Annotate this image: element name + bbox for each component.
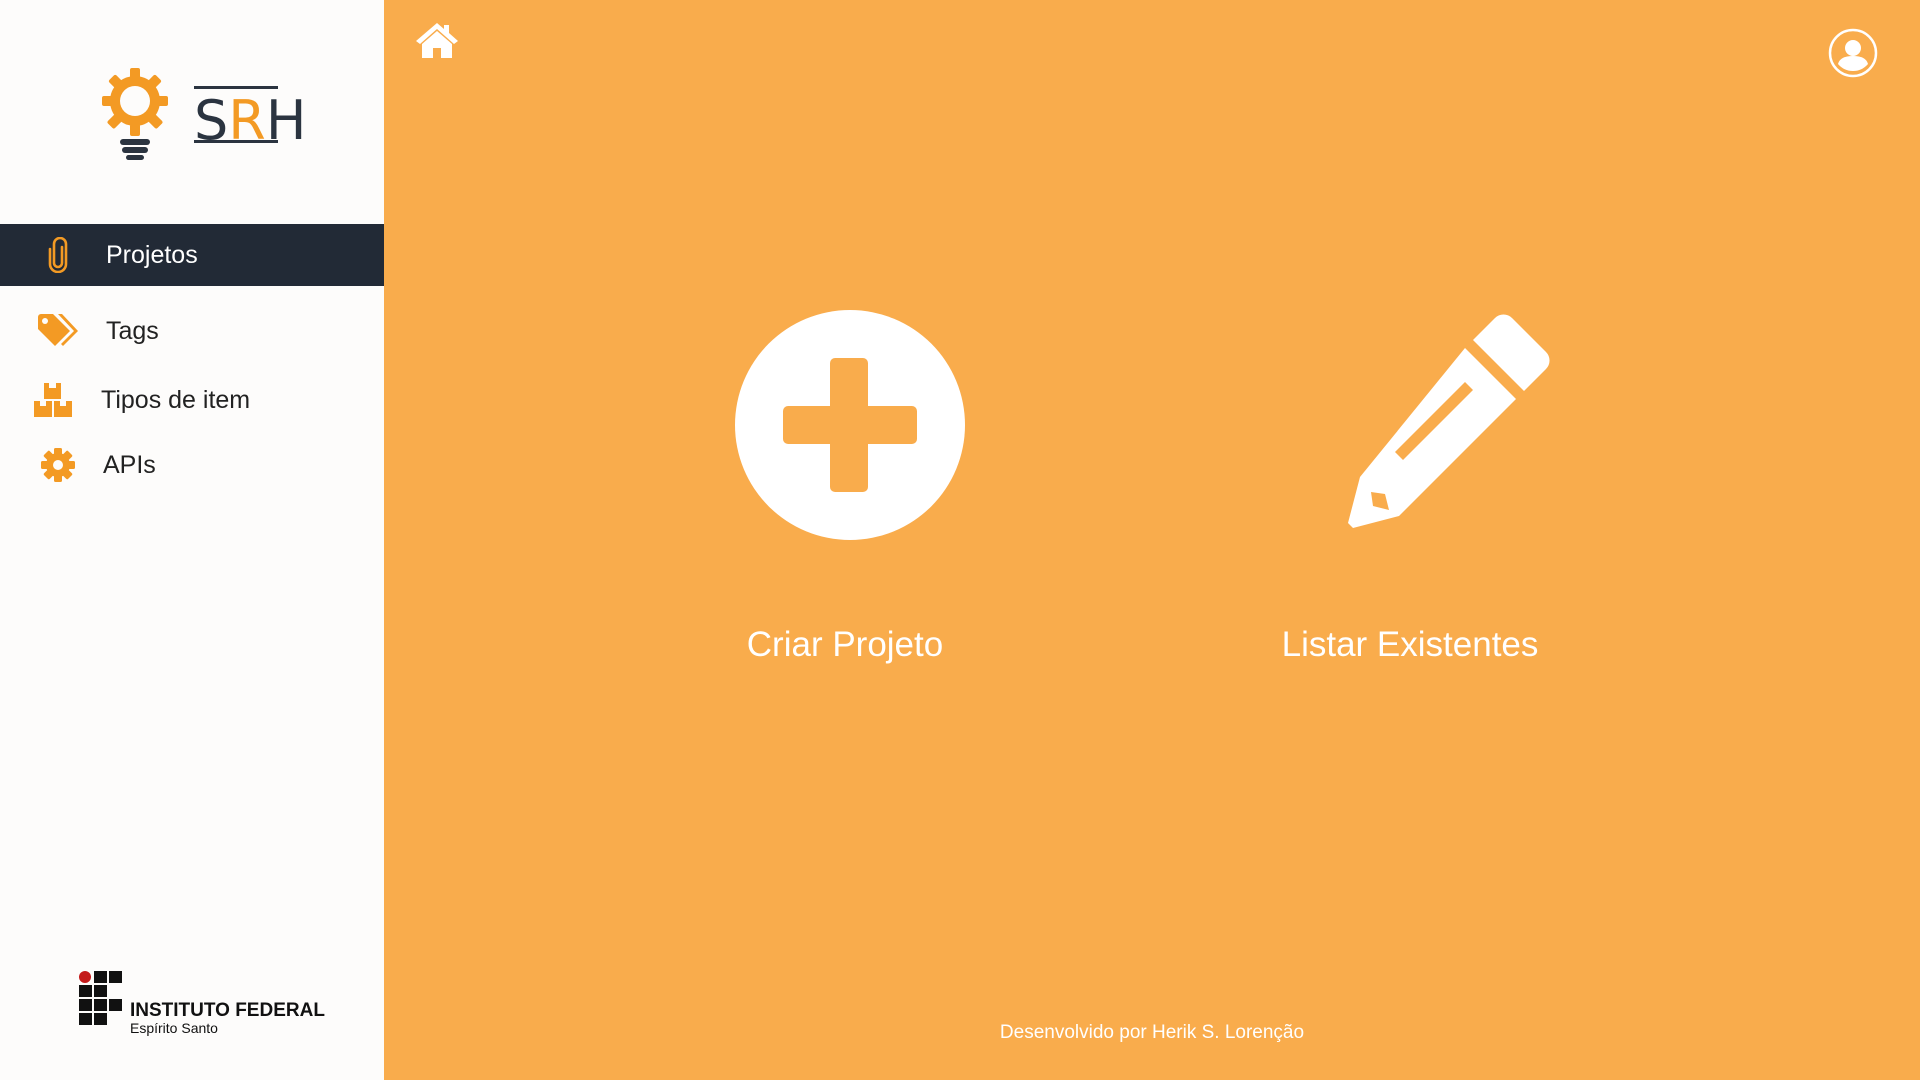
plus-circle-icon [735, 310, 965, 540]
list-existing-button[interactable]: Listar Existentes [1260, 300, 1560, 680]
boxes-icon [31, 380, 75, 420]
create-project-button[interactable]: Criar Projeto [700, 300, 990, 680]
gear-icon [36, 445, 80, 485]
list-existing-label: Listar Existentes [1281, 625, 1539, 664]
sidebar-item-projetos[interactable]: Projetos [0, 224, 384, 286]
user-profile-button[interactable] [1828, 28, 1878, 78]
home-icon [416, 23, 458, 58]
ifes-grid-icon [79, 971, 122, 1025]
home-button[interactable] [414, 20, 460, 60]
sidebar-item-label: APIs [103, 450, 156, 479]
user-circle-icon [1828, 28, 1878, 78]
institution-logo: INSTITUTO FEDERAL Espírito Santo [78, 970, 325, 1036]
institution-name: INSTITUTO FEDERAL [130, 1000, 325, 1021]
sidebar-item-apis[interactable]: APIs [0, 434, 384, 496]
logo-bottom-rule [194, 140, 278, 143]
sidebar: SRH Projetos Tags Tipos de item APIs INS… [0, 0, 384, 1080]
sidebar-item-tags[interactable]: Tags [0, 300, 384, 362]
sidebar-item-label: Tags [106, 316, 159, 345]
lightbulb-gear-icon [102, 68, 168, 160]
institution-campus: Espírito Santo [130, 1020, 218, 1036]
sidebar-item-label: Tipos de item [101, 385, 251, 414]
sidebar-item-tipos-de-item[interactable]: Tipos de item [0, 369, 379, 431]
pencil-icon [1348, 314, 1550, 528]
create-project-label: Criar Projeto [746, 625, 944, 664]
footer-credit: Desenvolvido por Herik S. Lorenção [999, 1022, 1305, 1043]
tags-icon [36, 311, 80, 351]
paperclip-icon [36, 235, 80, 275]
srh-logo: SRH [100, 66, 306, 166]
sidebar-item-label: Projetos [106, 240, 198, 269]
